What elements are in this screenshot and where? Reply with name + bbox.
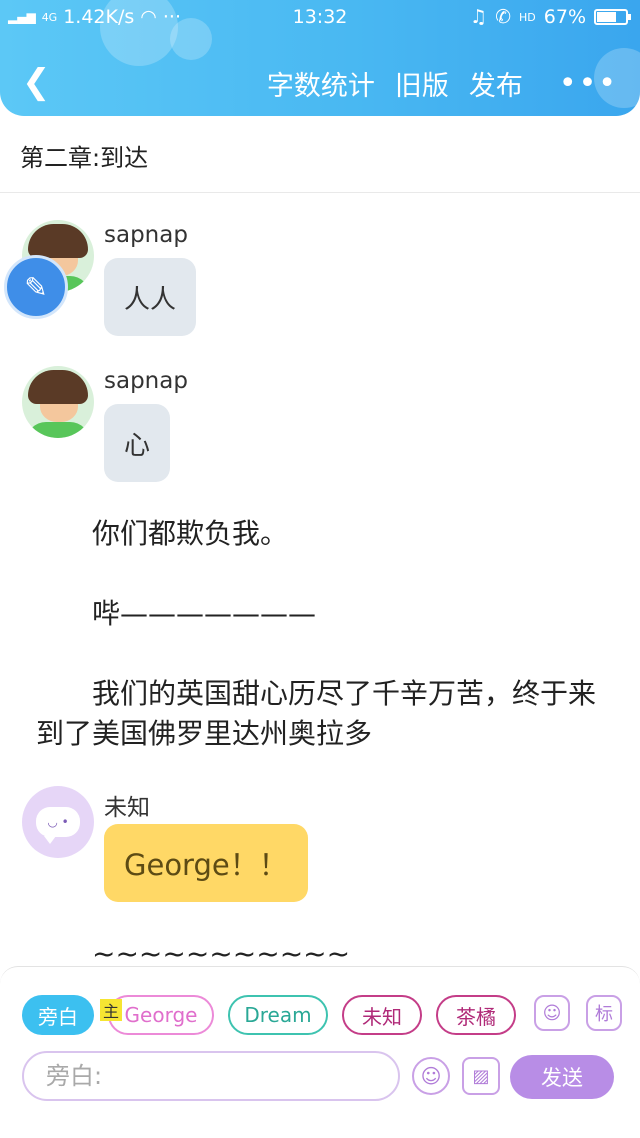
avatar-shirt [26,422,90,438]
status-bar: ▂▄▆ 4G 1.42K/s ◠ ··· 13:32 ♫ ✆ HD 67% [0,0,640,34]
role-chip-chaju[interactable]: 茶橘 [436,995,516,1035]
old-version-button[interactable]: 旧版 [395,64,449,103]
battery-fill [597,12,616,22]
role-chip-weizhi[interactable]: 未知 [342,995,422,1035]
chat-message[interactable]: ◡ • 未知 George！！ [22,786,342,911]
hd-label: HD [519,10,536,24]
nav-actions: 字数统计 旧版 发布 ••• [267,64,618,103]
sender-name: sapnap [104,222,188,248]
main-role-tag: 主 [100,999,122,1021]
battery-percent: 67% [543,6,586,28]
tag-button[interactable]: 标 [586,995,622,1031]
app-header: ▂▄▆ 4G 1.42K/s ◠ ··· 13:32 ♫ ✆ HD 67% ❮ … [0,0,640,116]
message-input[interactable] [22,1051,400,1101]
image-icon[interactable]: ▨ [462,1057,500,1095]
narration-text[interactable]: 哔——————— [36,594,620,634]
input-row: ☺ ▨ 发送 [22,1051,622,1103]
chat-message[interactable]: sapnap 心 [22,366,322,488]
message-bubble[interactable]: 心 [104,404,171,482]
role-chip-dream[interactable]: Dream [228,995,328,1035]
narration-text[interactable]: 我们的英国甜心历尽了千辛万苦，终于来到了美国佛罗里达州奥拉多 [36,674,620,754]
avatar[interactable] [22,366,94,438]
role-chip-narrator[interactable]: 旁白 [22,995,94,1035]
avatar-hair [28,224,88,258]
message-bubble[interactable]: 人人 [104,258,197,336]
battery-icon [594,9,631,25]
mute-bell-icon: ♫ [470,6,488,28]
avatar[interactable]: ◡ • [22,786,94,858]
call-icon: ✆ [495,6,512,28]
divider [0,192,640,193]
narration-text[interactable]: ~~~~~~~~~~~~ [92,934,352,964]
floating-tool-icon[interactable]: ✎ [4,255,68,319]
chapter-title[interactable]: 第二章:到达 [20,138,148,173]
chat-bubble-face-icon: ◡ • [36,807,80,844]
role-selector: 旁白 George 主 Dream 未知 茶橘 ☺ 标 [22,995,622,1037]
word-count-button[interactable]: 字数统计 [267,64,375,103]
role-chip-george[interactable]: George [108,995,214,1035]
character-icon[interactable]: ☺ [534,995,570,1031]
more-dots-icon[interactable]: ••• [559,68,618,99]
narration-text[interactable]: 你们都欺负我。 [36,514,620,554]
send-button[interactable]: 发送 [510,1055,614,1099]
publish-button[interactable]: 发布 [469,64,523,103]
back-arrow-icon[interactable]: ❮ [22,62,51,102]
editor-panel: 旁白 George 主 Dream 未知 茶橘 ☺ 标 ☺ ▨ 发送 [0,966,640,1138]
sender-name: sapnap [104,368,188,394]
message-bubble[interactable]: George！！ [104,824,308,902]
emoji-icon[interactable]: ☺ [412,1057,450,1095]
avatar-hair [28,370,88,404]
sender-name: 未知 [104,795,150,821]
